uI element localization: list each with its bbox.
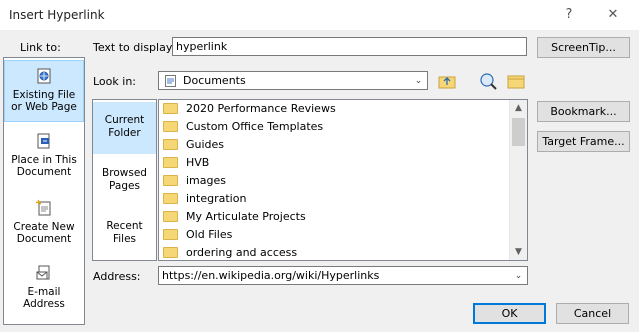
ok-button[interactable]: OK (473, 303, 546, 324)
document-place-icon (37, 133, 50, 149)
file-name: Guides (186, 138, 225, 151)
file-name: images (186, 174, 226, 187)
folder-icon (163, 210, 178, 222)
insert-hyperlink-dialog: Insert Hyperlink ? ✕ Link to: Existing F… (0, 0, 639, 332)
file-list-scrollbar[interactable]: ▲ ▼ (509, 100, 527, 260)
link-existing-file-line1: Existing File (12, 89, 76, 101)
address-input[interactable]: https://en.wikipedia.org/wiki/Hyperlinks… (158, 266, 528, 285)
cancel-button[interactable]: Cancel (556, 303, 629, 324)
list-item[interactable]: integration (163, 190, 246, 208)
link-place-line2: Document (16, 166, 72, 178)
text-to-display-input[interactable]: hyperlink (172, 37, 527, 56)
nav-recent-line1: Recent (106, 220, 143, 232)
file-name: My Articulate Projects (186, 210, 306, 223)
look-in-dropdown[interactable]: Documents ⌄ (158, 71, 428, 90)
nav-browsed-line2: Pages (109, 180, 140, 192)
documents-folder-icon (165, 75, 176, 87)
link-to-panel: Existing File or Web Page Place in This … (3, 57, 85, 325)
folder-icon (163, 138, 178, 150)
title-bar: Insert Hyperlink ? ✕ (0, 0, 639, 30)
link-email-address[interactable]: E-mail Address (4, 258, 84, 320)
nav-current-folder[interactable]: Current Folder (93, 102, 156, 154)
target-frame-button[interactable]: Target Frame... (537, 131, 630, 152)
bookmark-button[interactable]: Bookmark... (537, 101, 630, 122)
scroll-up-icon[interactable]: ▲ (510, 100, 527, 116)
chevron-down-icon: ⌄ (414, 76, 423, 86)
browse-file-button[interactable] (505, 70, 527, 92)
folder-icon (163, 174, 178, 186)
email-icon (36, 265, 50, 280)
folder-icon (163, 192, 178, 204)
list-item[interactable]: 2020 Performance Reviews (163, 100, 336, 118)
nav-browsed-pages[interactable]: Browsed Pages (93, 155, 156, 207)
look-in-value: Documents (183, 74, 246, 87)
nav-current-line1: Current (104, 114, 145, 126)
browse-web-button[interactable] (477, 70, 499, 92)
scrollbar-thumb[interactable] (512, 118, 525, 146)
text-to-display-label: Text to display: (93, 41, 176, 54)
link-create-new-document[interactable]: Create New Document (4, 193, 84, 255)
nav-recent-files[interactable]: Recent Files (93, 208, 156, 260)
close-button[interactable]: ✕ (600, 4, 626, 26)
link-create-line2: Document (16, 233, 72, 245)
folder-icon (163, 120, 178, 132)
browse-web-icon (480, 73, 497, 90)
link-email-line1: E-mail (27, 286, 61, 298)
folder-icon (163, 228, 178, 240)
nav-browsed-line1: Browsed (102, 167, 147, 179)
dialog-title: Insert Hyperlink (9, 8, 105, 22)
nav-recent-line2: Files (112, 233, 137, 245)
file-list: 2020 Performance Reviews Custom Office T… (158, 99, 528, 261)
folder-icon (163, 246, 178, 258)
chevron-down-icon[interactable]: ⌄ (510, 267, 527, 284)
list-item[interactable]: My Articulate Projects (163, 208, 306, 226)
list-item[interactable]: HVB (163, 154, 209, 172)
file-name: 2020 Performance Reviews (186, 102, 336, 115)
link-to-label: Link to: (20, 41, 61, 54)
link-create-line1: Create New (13, 221, 75, 233)
new-document-icon (35, 199, 51, 216)
file-name: Old Files (186, 228, 233, 241)
link-existing-file-line2: or Web Page (11, 101, 77, 113)
up-folder-icon (438, 76, 456, 89)
file-name: ordering and access (186, 246, 298, 259)
open-folder-icon (507, 75, 525, 89)
link-place-in-document[interactable]: Place in This Document (4, 126, 84, 188)
web-page-icon (37, 68, 51, 84)
screentip-button[interactable]: ScreenTip... (537, 37, 630, 58)
up-one-folder-button[interactable] (436, 70, 458, 92)
file-name: integration (186, 192, 247, 205)
link-email-line2: Address (23, 298, 65, 310)
list-item[interactable]: Guides (163, 136, 224, 154)
help-button[interactable]: ? (556, 4, 582, 26)
list-item[interactable]: ordering and access (163, 244, 298, 260)
address-label: Address: (93, 270, 141, 283)
folder-icon (163, 102, 178, 114)
address-value: https://en.wikipedia.org/wiki/Hyperlinks (162, 269, 380, 282)
folder-icon (163, 156, 178, 168)
scroll-down-icon[interactable]: ▼ (510, 244, 527, 260)
list-item[interactable]: images (163, 172, 226, 190)
look-in-label: Look in: (93, 75, 136, 88)
file-name: HVB (186, 156, 210, 169)
navigation-panel: Current Folder Browsed Pages Recent File… (92, 99, 157, 261)
file-name: Custom Office Templates (186, 120, 324, 133)
nav-current-line2: Folder (108, 127, 141, 139)
list-item[interactable]: Old Files (163, 226, 232, 244)
list-item[interactable]: Custom Office Templates (163, 118, 323, 136)
link-existing-file[interactable]: Existing File or Web Page (4, 60, 84, 122)
link-place-line1: Place in This (11, 154, 77, 166)
